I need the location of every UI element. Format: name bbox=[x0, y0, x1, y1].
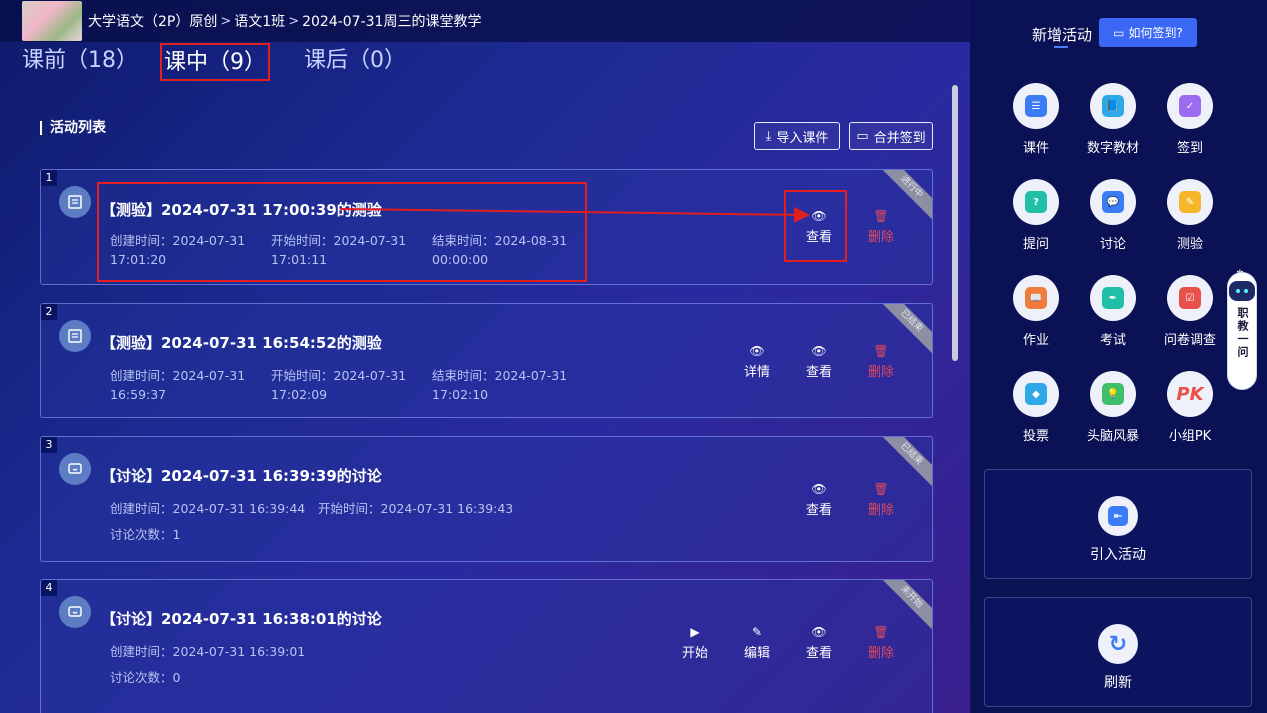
title-underline bbox=[1054, 46, 1068, 48]
annotation-arrow bbox=[339, 206, 810, 223]
group-pk-icon: PK bbox=[1176, 383, 1204, 405]
question-icon: ? bbox=[1025, 191, 1047, 213]
sidebar-item-brainstorm[interactable]: 💡 头脑风暴 bbox=[1073, 371, 1153, 444]
sidebar-item-survey[interactable]: ☑ 问卷调查 bbox=[1150, 275, 1230, 348]
assistant-widget[interactable]: 职教一问 bbox=[1227, 272, 1257, 390]
assistant-label: 职教一问 bbox=[1236, 307, 1249, 359]
import-activity-button[interactable]: ⇤ 引入活动 bbox=[984, 469, 1252, 579]
sidebar-item-checkin[interactable]: ✓ 签到 bbox=[1150, 83, 1230, 156]
sidebar-item-homework[interactable]: 📖 作业 bbox=[996, 275, 1076, 348]
quiz-icon: ✎ bbox=[1179, 191, 1201, 213]
sidebar-title: 新增活动 bbox=[1032, 26, 1093, 44]
sidebar-item-question[interactable]: ? 提问 bbox=[996, 179, 1076, 252]
refresh-icon: ↻ bbox=[1098, 624, 1138, 664]
sidebar-item-exam[interactable]: ✒ 考试 bbox=[1073, 275, 1153, 348]
main-panel: 大学语文（2P）原创 > 语文1班 > 2024-07-31周三的课堂教学 课前… bbox=[0, 0, 970, 713]
sidebar-item-quiz[interactable]: ✎ 测验 bbox=[1150, 179, 1230, 252]
discussion-icon: 💬 bbox=[1102, 191, 1124, 213]
robot-icon bbox=[1229, 281, 1255, 301]
survey-icon: ☑ bbox=[1179, 287, 1201, 309]
exam-icon: ✒ bbox=[1102, 287, 1124, 309]
checkin-icon: ✓ bbox=[1179, 95, 1201, 117]
sidebar: 新增活动 ▭ 如何签到? ☰ 课件 📘 数字教材 ✓ 签到 ? 提问 💬 讨论 … bbox=[970, 0, 1267, 713]
import-icon: ⇤ bbox=[1098, 496, 1138, 536]
vote-icon: ◆ bbox=[1025, 383, 1047, 405]
sidebar-item-discussion[interactable]: 💬 讨论 bbox=[1073, 179, 1153, 252]
sidebar-item-group-pk[interactable]: PK 小组PK bbox=[1150, 371, 1230, 444]
digital-textbook-icon: 📘 bbox=[1102, 95, 1124, 117]
video-icon: ▭ bbox=[1113, 25, 1125, 40]
homework-icon: 📖 bbox=[1025, 287, 1047, 309]
sidebar-item-vote[interactable]: ◆ 投票 bbox=[996, 371, 1076, 444]
brainstorm-icon: 💡 bbox=[1102, 383, 1124, 405]
courseware-icon: ☰ bbox=[1025, 95, 1047, 117]
refresh-button[interactable]: ↻ 刷新 bbox=[984, 597, 1252, 707]
sidebar-item-digital-textbook[interactable]: 📘 数字教材 bbox=[1073, 83, 1153, 156]
sidebar-item-courseware[interactable]: ☰ 课件 bbox=[996, 83, 1076, 156]
how-to-checkin-button[interactable]: ▭ 如何签到? bbox=[1099, 18, 1197, 47]
